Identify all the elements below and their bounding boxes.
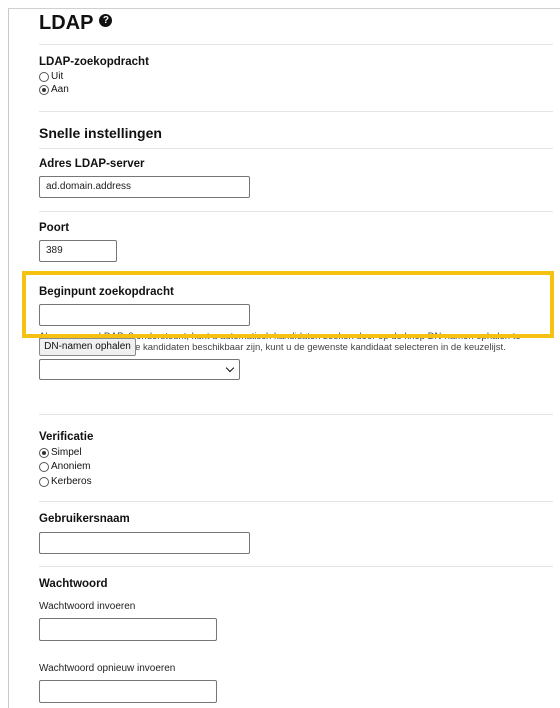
- password-enter-label: Wachtwoord invoeren: [39, 601, 136, 612]
- ldap-search-off-label: Uit: [51, 71, 64, 82]
- username-label: Gebruikersnaam: [39, 513, 130, 525]
- radio-on-icon[interactable]: [39, 84, 49, 95]
- password-input[interactable]: [39, 618, 217, 641]
- divider: [39, 111, 553, 112]
- radio-off-icon[interactable]: [39, 461, 49, 472]
- ldap-search-on-radio[interactable]: Aan: [39, 84, 69, 95]
- port-input[interactable]: 389: [39, 240, 117, 262]
- auth-simple-radio[interactable]: Simpel: [39, 447, 82, 458]
- quick-settings-title: Snelle instellingen: [39, 125, 162, 141]
- divider: [39, 501, 553, 502]
- auth-kerberos-label: Kerberos: [51, 476, 92, 487]
- divider: [39, 414, 553, 415]
- radio-on-icon[interactable]: [39, 447, 49, 458]
- auth-simple-label: Simpel: [51, 447, 82, 458]
- divider: [39, 566, 553, 567]
- radio-off-icon[interactable]: [39, 476, 49, 487]
- auth-anonymous-label: Anoniem: [51, 461, 91, 472]
- page-top-border: [8, 8, 560, 9]
- dn-candidates-select[interactable]: [39, 359, 240, 380]
- ldap-search-on-label: Aan: [51, 84, 69, 95]
- divider: [39, 148, 553, 149]
- ldap-search-label: LDAP-zoekopdracht: [39, 56, 149, 68]
- divider: [39, 44, 553, 45]
- password-confirm-label: Wachtwoord opnieuw invoeren: [39, 663, 176, 674]
- authentication-label: Verificatie: [39, 431, 94, 443]
- server-address-input[interactable]: ad.domain.address: [39, 176, 250, 198]
- ldap-search-off-radio[interactable]: Uit: [39, 71, 63, 82]
- server-address-label: Adres LDAP-server: [39, 158, 145, 170]
- port-label: Poort: [39, 222, 70, 234]
- auth-anonymous-radio[interactable]: Anoniem: [39, 461, 90, 472]
- search-root-highlight-box: [22, 271, 554, 338]
- username-input[interactable]: [39, 532, 250, 554]
- fetch-dn-names-button[interactable]: DN-namen ophalen: [39, 338, 136, 356]
- radio-off-icon[interactable]: [39, 71, 49, 82]
- chevron-down-icon: [225, 363, 235, 373]
- page-title: LDAP ?: [39, 12, 113, 35]
- auth-kerberos-radio[interactable]: Kerberos: [39, 476, 92, 487]
- divider: [39, 211, 553, 212]
- page-left-border: [8, 8, 9, 708]
- page-title-text: LDAP: [39, 12, 94, 34]
- password-label: Wachtwoord: [39, 578, 108, 590]
- question-circle-icon[interactable]: ?: [99, 14, 113, 27]
- password-confirm-input[interactable]: [39, 680, 217, 703]
